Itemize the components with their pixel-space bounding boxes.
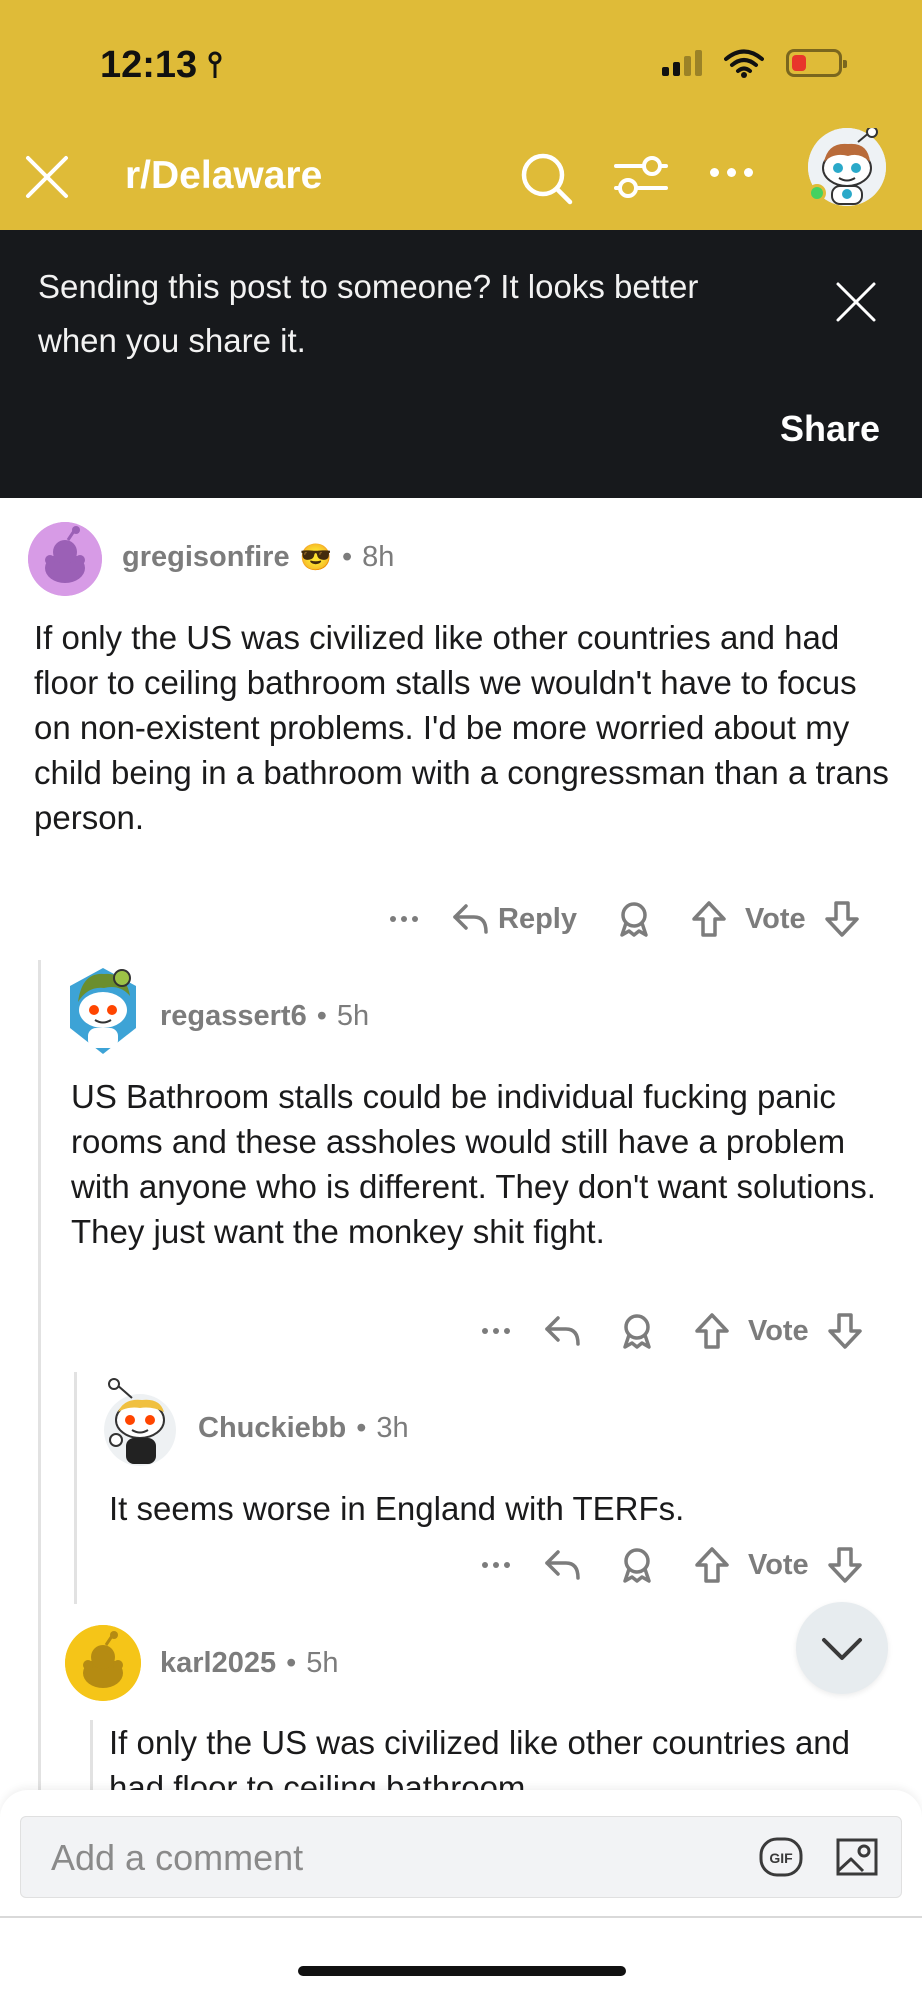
comment-body: It seems worse in England with TERFs. — [109, 1490, 685, 1527]
reply-icon — [453, 904, 488, 934]
user-avatar[interactable] — [808, 126, 886, 206]
username[interactable]: karl2025 — [160, 1647, 276, 1680]
snoo-avatar-icon — [28, 522, 102, 596]
comment-placeholder: Add a comment — [51, 1837, 304, 1878]
comment-age: 5h — [336, 1000, 370, 1032]
vote-control: Vote — [694, 1546, 863, 1584]
close-banner-icon[interactable] — [834, 280, 878, 324]
vote-label: Vote — [748, 1548, 809, 1581]
comment-age: 5h — [306, 1647, 339, 1679]
username[interactable]: gregisonfire — [122, 541, 290, 574]
comment-age: 8h — [362, 541, 395, 573]
status-icons — [662, 48, 847, 78]
separator: • — [356, 1412, 367, 1444]
upvote-icon[interactable] — [694, 1312, 730, 1350]
award-icon[interactable] — [617, 901, 651, 937]
more-options-icon[interactable] — [390, 916, 418, 922]
share-banner: Sending this post to someone? It looks b… — [0, 230, 922, 498]
reply-label: Reply — [498, 902, 577, 935]
app-header: 12:13 r/Delaware — [0, 0, 922, 230]
avatar[interactable] — [68, 966, 138, 1056]
reply-icon[interactable] — [544, 1548, 582, 1582]
separator: • — [316, 1000, 327, 1032]
comment-meta: Chuckiebb • 3h — [198, 1412, 409, 1445]
comment-meta: karl2025 • 5h — [160, 1647, 339, 1680]
location-pin-icon — [208, 51, 222, 78]
vote-control: Vote — [694, 1312, 863, 1350]
share-message: Sending this post to someone? It looks b… — [38, 268, 699, 359]
avatar[interactable] — [102, 1378, 178, 1468]
comment-body: If only the US was civilized like other … — [109, 1724, 851, 1790]
comment-meta: gregisonfire 😎 • 8h — [122, 541, 394, 574]
thread-line[interactable] — [74, 1372, 77, 1604]
close-icon[interactable] — [22, 152, 72, 202]
more-options-icon[interactable] — [482, 1562, 510, 1568]
award-icon[interactable] — [620, 1313, 654, 1349]
more-options-icon[interactable] — [482, 1328, 510, 1334]
downvote-icon[interactable] — [827, 1312, 863, 1350]
image-icon[interactable] — [835, 1835, 879, 1879]
wifi-icon — [724, 49, 764, 78]
comment-actions: Reply Vote — [390, 899, 860, 939]
home-indicator[interactable] — [298, 1966, 626, 1976]
search-icon[interactable] — [518, 150, 574, 206]
subreddit-nav: r/Delaware — [0, 126, 922, 210]
vote-label: Vote — [748, 1314, 809, 1347]
username[interactable]: Chuckiebb — [198, 1412, 346, 1445]
gif-icon[interactable]: GIF — [759, 1837, 803, 1877]
separator: • — [341, 541, 353, 573]
clock: 12:13 — [100, 44, 198, 86]
thread-line[interactable] — [90, 1720, 93, 1790]
filter-icon[interactable] — [612, 152, 670, 204]
reply-icon[interactable] — [544, 1314, 582, 1348]
next-comment-button[interactable] — [796, 1602, 888, 1694]
upvote-icon[interactable] — [691, 900, 727, 938]
award-icon[interactable] — [620, 1547, 654, 1583]
cell-signal-icon — [662, 50, 702, 76]
divider — [0, 1916, 922, 1918]
snoo-avatar-icon — [65, 1625, 141, 1701]
avatar[interactable] — [65, 1625, 141, 1701]
comment-composer: Add a comment GIF — [0, 1790, 922, 2000]
comment-actions: Vote — [482, 1311, 863, 1351]
snoo-avatar-icon — [104, 1378, 176, 1466]
more-icon[interactable] — [710, 168, 753, 177]
avatar[interactable] — [28, 522, 102, 596]
subreddit-title[interactable]: r/Delaware — [125, 154, 322, 198]
snoo-avatar-icon — [70, 968, 136, 1054]
downvote-icon[interactable] — [824, 900, 860, 938]
status-time: 12:13 — [100, 44, 223, 87]
chevron-down-icon — [822, 1638, 862, 1660]
gif-label: GIF — [769, 1850, 793, 1866]
comment-age: 3h — [376, 1412, 409, 1444]
vote-control: Vote — [691, 900, 860, 938]
comment-input[interactable]: Add a comment GIF — [20, 1816, 902, 1898]
separator: • — [286, 1647, 297, 1679]
online-status-dot — [808, 184, 826, 202]
username[interactable]: regassert6 — [160, 1000, 307, 1033]
comment-actions: Vote — [482, 1545, 863, 1585]
thread-line[interactable] — [38, 960, 41, 1790]
reply-button[interactable]: Reply — [452, 902, 577, 936]
vote-label: Vote — [744, 902, 806, 935]
upvote-icon[interactable] — [694, 1546, 730, 1584]
comment-body: US Bathroom stalls could be individual f… — [71, 1078, 876, 1250]
user-flair: 😎 — [299, 542, 332, 572]
battery-icon — [786, 49, 847, 77]
comment-body: If only the US was civilized like other … — [34, 619, 889, 836]
share-button[interactable]: Share — [780, 408, 880, 450]
comment-meta: regassert6 • 5h — [160, 1000, 369, 1033]
downvote-icon[interactable] — [827, 1546, 863, 1584]
